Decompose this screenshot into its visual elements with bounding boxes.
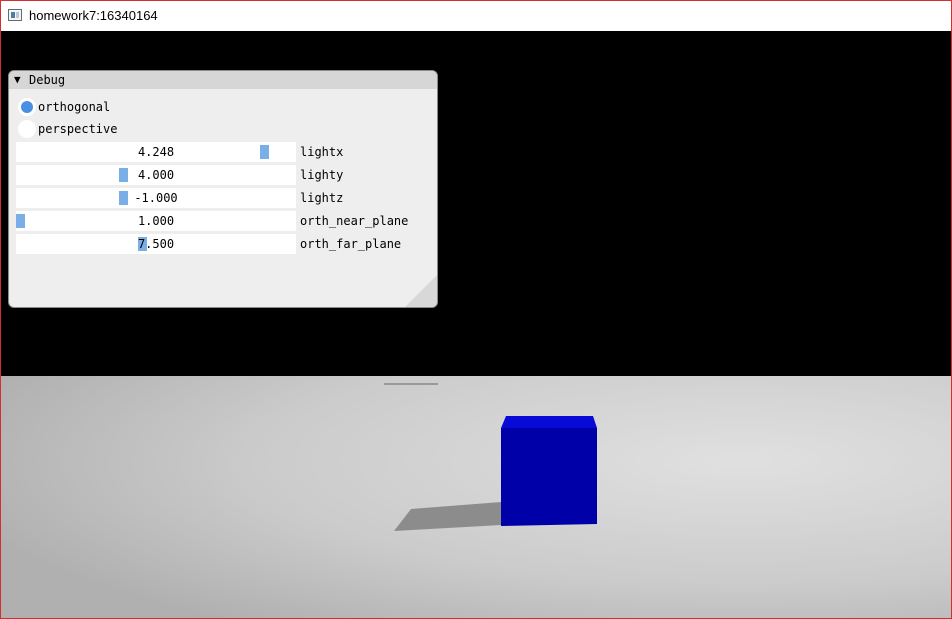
debug-panel-title: Debug (29, 73, 66, 87)
floor-plane (1, 376, 951, 618)
radio-label: perspective (38, 122, 118, 136)
slider-label: lightz (300, 191, 344, 205)
cube-front-face (501, 428, 597, 526)
slider-label: lighty (300, 168, 344, 182)
resize-grip-icon[interactable] (405, 275, 437, 307)
opengl-viewport[interactable]: ▼ Debug orthogonal perspective 4.248 lig… (1, 31, 951, 618)
debug-panel-header[interactable]: ▼ Debug (9, 71, 437, 89)
radio-button[interactable] (18, 98, 36, 116)
slider-label: orth_near_plane (300, 214, 409, 228)
radio-button[interactable] (18, 120, 36, 138)
slider-value: 1.000 (137, 214, 175, 228)
slider-label: orth_far_plane (300, 237, 402, 251)
slider-track[interactable]: 7.500 (16, 234, 296, 254)
slider-value: 4.000 (137, 168, 175, 182)
window-title: homework7:16340164 (29, 8, 158, 23)
slider-label: lightx (300, 145, 344, 159)
slider-value: 7.500 (137, 237, 175, 251)
slider-track[interactable]: 4.000 (16, 165, 296, 185)
app-window: homework7:16340164 ▼ Debug orthogonal pe… (0, 0, 952, 619)
slider-value: 4.248 (137, 145, 175, 159)
debug-panel[interactable]: ▼ Debug orthogonal perspective 4.248 lig… (8, 70, 438, 308)
slider-lightz[interactable]: -1.000 lightz (16, 188, 436, 208)
slider-track[interactable]: 4.248 (16, 142, 296, 162)
slider-value: -1.000 (134, 191, 178, 205)
slider-lighty[interactable]: 4.000 lighty (16, 165, 436, 185)
app-window-icon (8, 9, 22, 21)
slider-lightx[interactable]: 4.248 lightx (16, 142, 436, 162)
cube-top-face (501, 416, 597, 428)
radio-selected-dot (21, 101, 33, 113)
slider-orth-far-plane[interactable]: 7.500 orth_far_plane (16, 234, 436, 254)
radio-label: orthogonal (38, 100, 111, 114)
collapse-arrow-icon[interactable]: ▼ (14, 73, 21, 87)
slider-track[interactable]: 1.000 (16, 211, 296, 231)
slider-orth-near-plane[interactable]: 1.000 orth_near_plane (16, 211, 436, 231)
title-bar[interactable]: homework7:16340164 (1, 1, 951, 31)
slider-track[interactable]: -1.000 (16, 188, 296, 208)
